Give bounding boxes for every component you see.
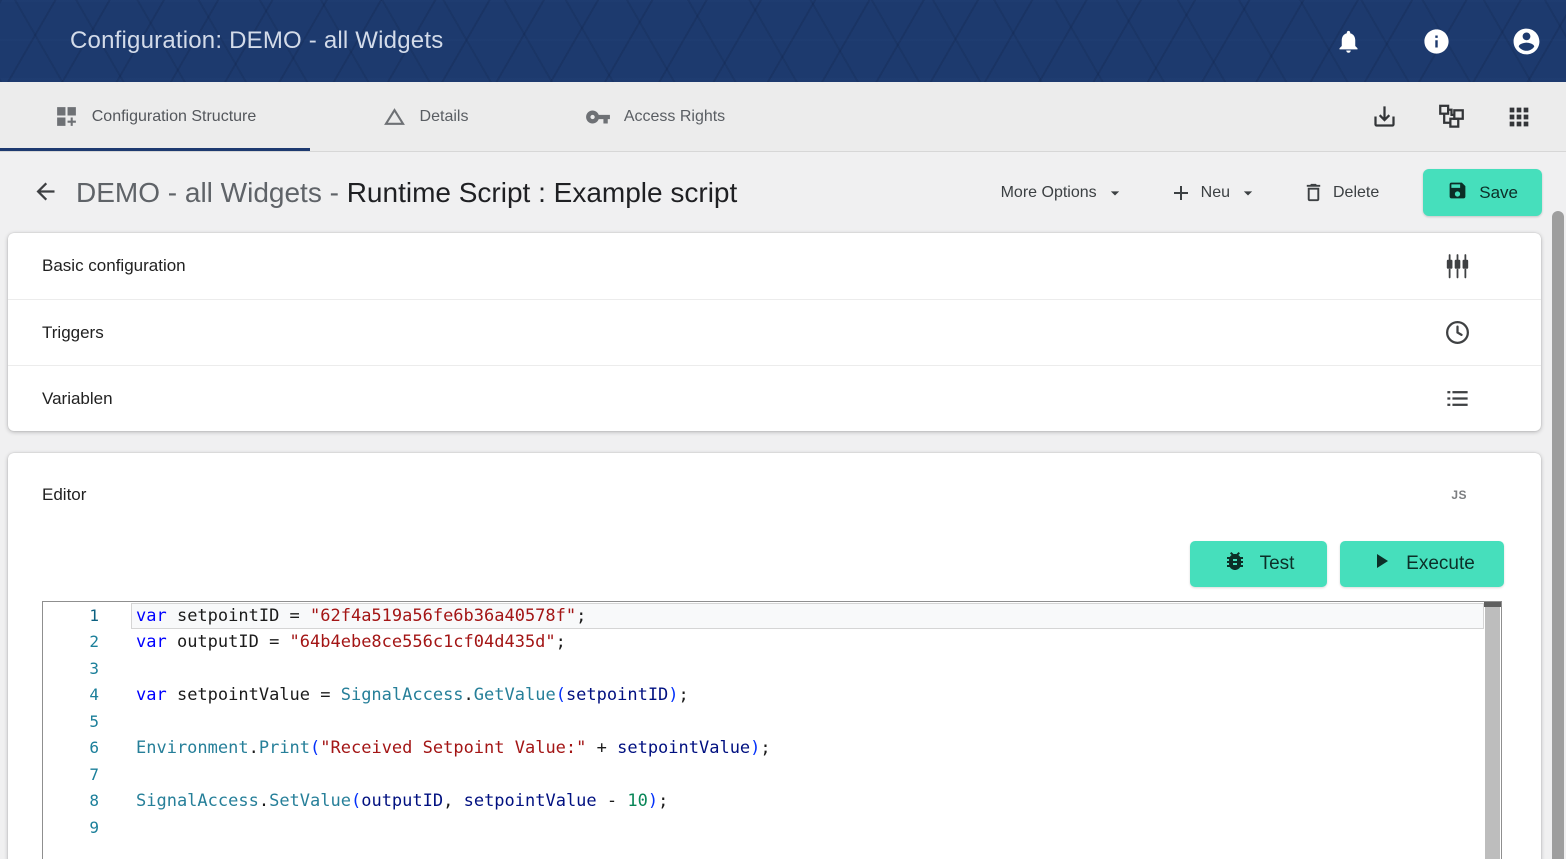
tab-label: Configuration Structure [92, 108, 257, 126]
tab-label: Details [420, 108, 469, 126]
app-header: Configuration: DEMO - all Widgets [0, 0, 1566, 82]
js-language-badge: JS [1451, 488, 1467, 502]
schema-tree-icon[interactable] [1438, 103, 1465, 130]
code-line[interactable]: var setpointID = "62f4a519a56fe6b36a4057… [131, 603, 1484, 629]
execute-button-label: Execute [1406, 553, 1475, 575]
key-icon [585, 104, 611, 130]
editor-code-lines[interactable]: var setpointID = "62f4a519a56fe6b36a4057… [131, 603, 1484, 859]
more-options-button[interactable]: More Options [1001, 183, 1125, 203]
code-line[interactable]: var setpointValue = SignalAccess.GetValu… [131, 682, 1484, 708]
page-title-row: DEMO - all Widgets - Runtime Script : Ex… [0, 152, 1566, 233]
delete-button[interactable]: Delete [1302, 181, 1379, 204]
execute-button[interactable]: Execute [1340, 541, 1504, 587]
new-button[interactable]: Neu [1169, 181, 1258, 205]
config-sections-card: Basic configuration Triggers Variablen [8, 233, 1541, 431]
section-label: Variablen [42, 389, 113, 409]
trash-icon [1302, 181, 1325, 204]
sliders-icon [1444, 253, 1471, 280]
page-title-context: DEMO - all Widgets - [76, 177, 347, 208]
back-button[interactable] [24, 172, 66, 214]
code-line[interactable] [131, 815, 1484, 841]
page-title: DEMO - all Widgets - Runtime Script : Ex… [76, 177, 737, 209]
arrow-back-icon [32, 178, 59, 208]
title-actions: More Options Neu Delete Save [1001, 169, 1542, 216]
more-options-label: More Options [1001, 184, 1097, 202]
save-floppy-icon [1447, 180, 1468, 206]
download-icon[interactable] [1371, 103, 1398, 130]
tab-details[interactable]: Details [310, 82, 540, 151]
tabbar-actions [1371, 82, 1566, 151]
plus-icon [1169, 181, 1193, 205]
code-line[interactable]: var outputID = "64b4ebe8ce556c1cf04d435d… [131, 629, 1484, 655]
editor-header: Editor JS [8, 453, 1541, 505]
page-scrollbar-thumb[interactable] [1552, 211, 1564, 859]
code-line[interactable] [131, 709, 1484, 735]
app-title: Configuration: DEMO - all Widgets [70, 27, 443, 55]
chevron-down-icon [1238, 183, 1258, 203]
save-button[interactable]: Save [1423, 169, 1542, 216]
triangle-icon [382, 104, 407, 129]
active-tab-indicator [0, 148, 310, 151]
dashboard-customize-icon [54, 104, 79, 129]
section-label: Triggers [42, 323, 104, 343]
save-button-label: Save [1479, 183, 1518, 203]
tab-configuration-structure[interactable]: Configuration Structure [0, 82, 310, 151]
header-actions [1335, 26, 1542, 57]
code-editor[interactable]: 123456789 var setpointID = "62f4a519a56f… [42, 601, 1502, 859]
section-label: Basic configuration [42, 256, 186, 276]
list-icon [1444, 385, 1471, 412]
play-icon [1369, 549, 1393, 579]
clock-icon [1444, 319, 1471, 346]
editor-scrollbar-thumb[interactable] [1485, 607, 1500, 859]
notifications-bell-icon[interactable] [1335, 28, 1362, 55]
test-button-label: Test [1260, 553, 1295, 575]
code-line[interactable]: Environment.Print("Received Setpoint Val… [131, 735, 1484, 761]
editor-card: Editor JS Test Execute 123456789 var set… [8, 453, 1541, 859]
info-icon[interactable] [1422, 27, 1451, 56]
editor-scrollbar[interactable] [1484, 602, 1501, 859]
editor-actions: Test Execute [8, 541, 1541, 587]
page-title-main: Runtime Script : Example script [347, 177, 738, 208]
app-window: Configuration: DEMO - all Widgets Config… [0, 0, 1566, 859]
tab-label: Access Rights [624, 108, 725, 126]
editor-heading: Editor [42, 485, 86, 505]
account-icon[interactable] [1511, 26, 1542, 57]
bug-icon [1223, 549, 1247, 579]
chevron-down-icon [1105, 183, 1125, 203]
apps-grid-icon[interactable] [1505, 103, 1533, 131]
section-basic-configuration[interactable]: Basic configuration [8, 233, 1541, 299]
editor-gutter: 123456789 [43, 603, 99, 859]
page-scrollbar[interactable] [1550, 153, 1566, 859]
test-button[interactable]: Test [1190, 541, 1327, 587]
tab-access-rights[interactable]: Access Rights [540, 82, 770, 151]
section-variablen[interactable]: Variablen [8, 365, 1541, 431]
code-line[interactable] [131, 762, 1484, 788]
section-triggers[interactable]: Triggers [8, 299, 1541, 365]
tab-bar: Configuration Structure Details Access R… [0, 82, 1566, 152]
delete-button-label: Delete [1333, 184, 1379, 202]
new-button-label: Neu [1201, 184, 1230, 202]
code-line[interactable] [131, 656, 1484, 682]
code-line[interactable]: SignalAccess.SetValue(outputID, setpoint… [131, 788, 1484, 814]
